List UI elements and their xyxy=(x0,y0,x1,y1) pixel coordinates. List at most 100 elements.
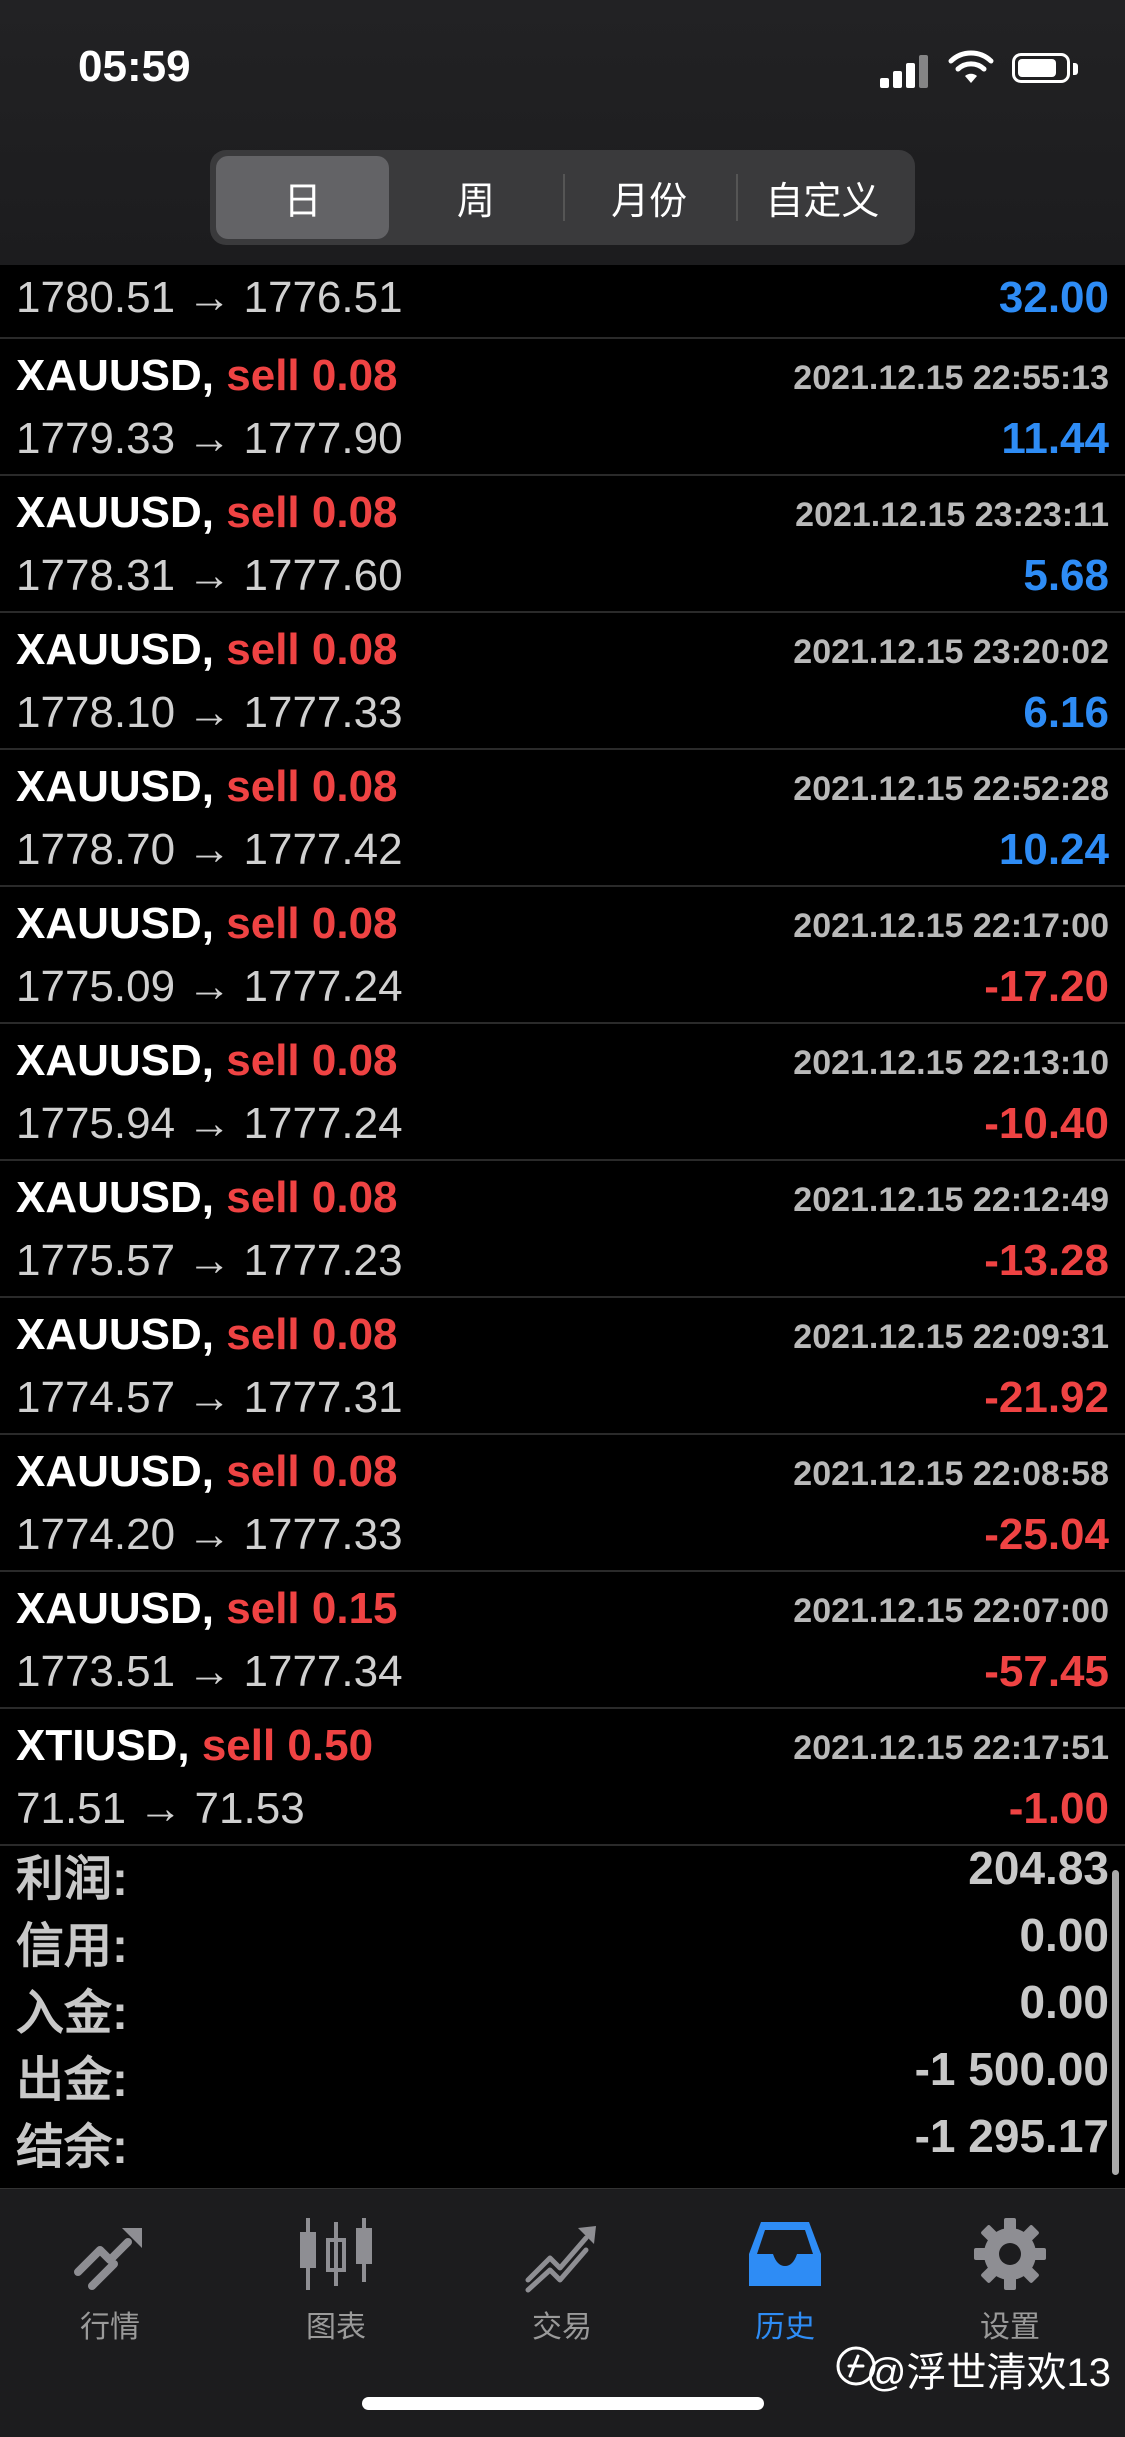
tab-history[interactable]: 历史 xyxy=(705,2214,865,2354)
trade-row[interactable]: XAUUSD, sell 0.08 2021.12.15 23:20:02 1778… xyxy=(0,613,1125,750)
chart-icon xyxy=(300,2218,372,2290)
summary-value: -1 500.00 xyxy=(914,2043,1109,2095)
trade-row[interactable]: XAUUSD, sell 0.08 2021.12.15 22:09:31 1774… xyxy=(0,1298,1125,1435)
trade-prices: 1773.51 → 1777.34 xyxy=(16,1647,403,1696)
trade-title: XAUUSD, sell 0.08 xyxy=(16,1173,398,1229)
trade-date: 2021.12.15 22:07:00 xyxy=(793,1592,1109,1630)
trade-row[interactable]: XAUUSD, sell 0.08 2021.12.15 23:23:11 1778… xyxy=(0,476,1125,613)
trade-symbol: XAUUSD, xyxy=(16,1173,215,1222)
wifi-icon xyxy=(948,50,994,83)
trade-profit: 11.44 xyxy=(1001,414,1109,463)
trade-side-volume: sell 0.08 xyxy=(226,1310,398,1359)
trade-row[interactable]: XAUUSD, sell 0.08 2021.12.15 22:13:10 1775… xyxy=(0,1024,1125,1161)
summary-label: 出金: xyxy=(16,2054,128,2107)
battery-icon xyxy=(1012,53,1070,83)
trade-prices: 1778.31 → 1777.60 xyxy=(16,551,403,600)
summary-balance-row: 结余: -1 295.17 xyxy=(0,2103,1125,2174)
trade-profit: 5.68 xyxy=(1023,551,1109,600)
trade-prices: 71.51 → 71.53 xyxy=(16,1784,305,1833)
history-list[interactable]: 1780.51 → 1776.51 32.00 XAUUSD, sell 0.0… xyxy=(0,265,1125,1846)
trade-prices: 1774.57 → 1777.31 xyxy=(16,1373,403,1422)
trade-symbol: XAUUSD, xyxy=(16,1036,215,1085)
trade-title: XAUUSD, sell 0.08 xyxy=(16,351,398,407)
trade-date: 2021.12.15 23:20:02 xyxy=(793,633,1109,671)
trade-date: 2021.12.15 22:52:28 xyxy=(793,770,1109,808)
summary-value: 204.83 xyxy=(968,1842,1109,1894)
trade-prices: 1775.09 → 1777.24 xyxy=(16,962,403,1011)
trade-symbol: XAUUSD, xyxy=(16,1584,215,1633)
status-time: 05:59 xyxy=(78,42,191,91)
trade-date: 2021.12.15 22:17:00 xyxy=(793,907,1109,945)
trade-row[interactable]: XAUUSD, sell 0.08 2021.12.15 22:55:13 1779… xyxy=(0,339,1125,476)
trade-profit: -17.20 xyxy=(984,962,1109,1011)
trade-profit: -1.00 xyxy=(1008,1784,1109,1833)
segment-week[interactable]: 周 xyxy=(389,156,562,239)
tab-label: 交易 xyxy=(532,2311,592,2344)
summary-label: 入金: xyxy=(16,1987,128,2040)
trade-date: 2021.12.15 22:12:49 xyxy=(793,1181,1109,1219)
trade-title: XAUUSD, sell 0.08 xyxy=(16,625,398,681)
quotes-icon xyxy=(74,2228,142,2290)
tab-label: 行情 xyxy=(80,2311,140,2344)
trade-row[interactable]: 1780.51 → 1776.51 32.00 xyxy=(0,265,1125,339)
trade-side-volume: sell 0.15 xyxy=(226,1584,398,1633)
trade-prices: 1775.94 → 1777.24 xyxy=(16,1099,403,1148)
trade-profit: -13.28 xyxy=(984,1236,1109,1285)
trade-profit: -10.40 xyxy=(984,1099,1109,1148)
trade-profit: 10.24 xyxy=(998,825,1109,874)
segment-month[interactable]: 月份 xyxy=(562,156,736,239)
trade-date: 2021.12.15 22:09:31 xyxy=(793,1318,1109,1356)
trade-prices: 1779.33 → 1777.90 xyxy=(16,414,403,463)
trade-date: 2021.12.15 22:13:10 xyxy=(793,1044,1109,1082)
trade-profit: 6.16 xyxy=(1023,688,1109,737)
trade-date: 2021.12.15 22:55:13 xyxy=(793,359,1109,397)
trade-side-volume: sell 0.08 xyxy=(226,1173,398,1222)
segment-custom[interactable]: 自定义 xyxy=(735,156,909,239)
tab-chart[interactable]: 图表 xyxy=(256,2214,416,2354)
trade-prices: 1778.10 → 1777.33 xyxy=(16,688,403,737)
trade-prices: 1778.70 → 1777.42 xyxy=(16,825,403,874)
tab-quotes[interactable]: 行情 xyxy=(30,2214,190,2354)
tab-trade[interactable]: 交易 xyxy=(482,2214,642,2354)
summary-panel: 利润: 204.83 信用: 0.00 入金: 0.00 出金: -1 500.… xyxy=(0,1835,1125,2180)
trade-side-volume: sell 0.08 xyxy=(226,762,398,811)
trade-title: XAUUSD, sell 0.08 xyxy=(16,899,398,955)
trade-date: 2021.12.15 22:17:51 xyxy=(793,1729,1109,1767)
tab-label: 图表 xyxy=(306,2311,366,2344)
trade-title: XAUUSD, sell 0.08 xyxy=(16,1447,398,1503)
home-indicator[interactable] xyxy=(362,2397,764,2410)
summary-deposit-row: 入金: 0.00 xyxy=(0,1969,1125,2040)
trade-row[interactable]: XAUUSD, sell 0.08 2021.12.15 22:17:00 1775… xyxy=(0,887,1125,1024)
watermark: @浮世清欢13 xyxy=(865,2351,1111,2395)
history-icon xyxy=(749,2222,821,2286)
summary-label: 利润: xyxy=(16,1853,128,1906)
trade-profit: -25.04 xyxy=(984,1510,1109,1559)
trade-row[interactable]: XAUUSD, sell 0.15 2021.12.15 22:07:00 1773… xyxy=(0,1572,1125,1709)
trade-profit: -57.45 xyxy=(984,1647,1109,1696)
trade-side-volume: sell 0.08 xyxy=(226,899,398,948)
summary-label: 信用: xyxy=(16,1920,128,1973)
trade-row[interactable]: XTIUSD, sell 0.50 2021.12.15 22:17:51 71.5… xyxy=(0,1709,1125,1846)
trade-date: 2021.12.15 23:23:11 xyxy=(795,496,1109,534)
trade-symbol: XAUUSD, xyxy=(16,1447,215,1496)
tab-settings[interactable]: 设置 xyxy=(930,2214,1090,2354)
trade-prices: 1780.51 → 1776.51 xyxy=(16,273,403,322)
trade-row[interactable]: XAUUSD, sell 0.08 2021.12.15 22:08:58 1774… xyxy=(0,1435,1125,1572)
segment-day[interactable]: 日 xyxy=(216,156,390,239)
summary-value: -1 295.17 xyxy=(914,2110,1109,2162)
trade-symbol: XAUUSD, xyxy=(16,1310,215,1359)
cellular-signal-icon xyxy=(880,52,932,88)
trade-icon xyxy=(525,2226,596,2293)
summary-profit-row: 利润: 204.83 xyxy=(0,1835,1125,1906)
summary-value: 0.00 xyxy=(1019,1909,1109,1961)
period-segmented-control: 日 周 月份 自定义 xyxy=(210,150,915,245)
trade-row[interactable]: XAUUSD, sell 0.08 2021.12.15 22:52:28 1778… xyxy=(0,750,1125,887)
trade-prices: 1774.20 → 1777.33 xyxy=(16,1510,403,1559)
trade-title: XAUUSD, sell 0.08 xyxy=(16,488,398,544)
scroll-indicator[interactable] xyxy=(1112,1870,1119,2175)
trade-title: XAUUSD, sell 0.15 xyxy=(16,1584,398,1640)
summary-value: 0.00 xyxy=(1019,1976,1109,2028)
trade-row[interactable]: XAUUSD, sell 0.08 2021.12.15 22:12:49 1775… xyxy=(0,1161,1125,1298)
trade-symbol: XAUUSD, xyxy=(16,762,215,811)
trade-profit: -21.92 xyxy=(984,1373,1109,1422)
